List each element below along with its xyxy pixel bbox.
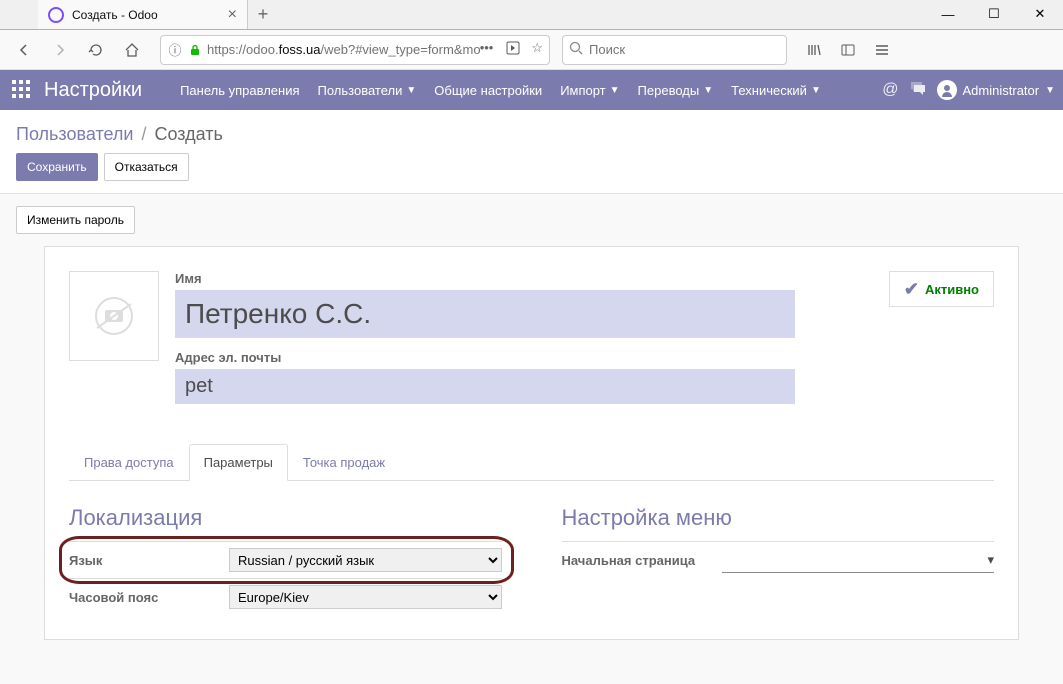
timezone-label: Часовой пояс [69, 590, 229, 605]
timezone-select[interactable]: Europe/Kiev [229, 585, 502, 609]
back-button[interactable] [8, 34, 40, 66]
tab-title: Создать - Odoo [72, 8, 228, 22]
window-controls: — ☐ ✕ [925, 0, 1063, 29]
name-input[interactable] [175, 290, 795, 338]
search-input[interactable] [589, 42, 780, 57]
home-action-select[interactable]: ▾ [722, 548, 995, 573]
menu-translations[interactable]: Переводы▼ [630, 77, 722, 104]
menu-general[interactable]: Общие настройки [426, 77, 550, 104]
new-tab-button[interactable]: + [248, 0, 278, 29]
chevron-down-icon: ▼ [703, 85, 713, 96]
breadcrumb-parent[interactable]: Пользователи [16, 124, 133, 145]
language-select[interactable]: Russian / русский язык [229, 548, 502, 572]
breadcrumb-sep: / [141, 124, 146, 145]
reader-icon[interactable] [505, 40, 521, 59]
localization-title: Локализация [69, 505, 502, 531]
apps-icon[interactable] [12, 80, 32, 100]
hamburger-icon[interactable] [867, 34, 897, 66]
app-brand[interactable]: Настройки [44, 79, 142, 102]
menu-import[interactable]: Импорт▼ [552, 77, 627, 104]
home-button[interactable] [116, 34, 148, 66]
active-label: Активно [925, 282, 979, 297]
chevron-down-icon: ▼ [1045, 85, 1055, 96]
user-menu[interactable]: Administrator ▼ [937, 80, 1055, 100]
breadcrumb: Пользователи / Создать [0, 110, 1063, 153]
language-row: Язык Russian / русский язык [69, 541, 502, 578]
name-label: Имя [175, 271, 795, 286]
odoo-favicon [48, 7, 64, 23]
tab-parameters[interactable]: Параметры [189, 444, 288, 481]
form-actions: Сохранить Отказаться [0, 153, 1063, 194]
minimize-button[interactable]: — [925, 0, 971, 29]
close-tab-icon[interactable]: × [228, 6, 237, 24]
menu-users[interactable]: Пользователи▼ [310, 77, 425, 104]
tab-pos[interactable]: Точка продаж [288, 444, 400, 481]
close-window-button[interactable]: ✕ [1017, 0, 1063, 29]
browser-titlebar: Создать - Odoo × + — ☐ ✕ [0, 0, 1063, 30]
app-navbar: Настройки Панель управления Пользователи… [0, 70, 1063, 110]
email-label: Адрес эл. почты [175, 350, 795, 365]
maximize-button[interactable]: ☐ [971, 0, 1017, 29]
menu-dashboard[interactable]: Панель управления [172, 77, 307, 104]
image-placeholder[interactable] [69, 271, 159, 361]
active-toggle[interactable]: ✔ Активно [889, 271, 994, 307]
sidebar-icon[interactable] [833, 34, 863, 66]
search-icon [569, 41, 583, 58]
breadcrumb-current: Создать [155, 124, 223, 145]
email-input[interactable] [175, 369, 795, 404]
form-tabs: Права доступа Параметры Точка продаж [69, 444, 994, 481]
url-more-icon[interactable]: ••• [480, 40, 494, 59]
home-action-label: Начальная страница [562, 553, 722, 568]
discard-button[interactable]: Отказаться [104, 153, 189, 181]
chevron-down-icon: ▼ [610, 85, 620, 96]
url-text: https://odoo.foss.ua/web?#view_type=form… [207, 42, 480, 57]
forward-button[interactable] [44, 34, 76, 66]
language-label: Язык [69, 553, 229, 568]
chevron-down-icon: ▼ [811, 85, 821, 96]
browser-tab[interactable]: Создать - Odoo × [38, 0, 248, 29]
check-icon: ✔ [904, 279, 919, 300]
home-action-row: Начальная страница ▾ [562, 541, 995, 579]
timezone-row: Часовой пояс Europe/Kiev [69, 578, 502, 615]
search-bar[interactable] [562, 35, 787, 65]
lock-icon [187, 42, 203, 58]
browser-navbar: ⓘ https://odoo.foss.ua/web?#view_type=fo… [0, 30, 1063, 70]
chevron-down-icon: ▾ [987, 552, 994, 568]
user-name: Administrator [963, 83, 1040, 98]
chat-icon[interactable] [909, 79, 927, 102]
tab-access-rights[interactable]: Права доступа [69, 444, 189, 481]
reload-button[interactable] [80, 34, 112, 66]
bookmark-icon[interactable]: ☆ [531, 40, 543, 59]
menu-setup-title: Настройка меню [562, 505, 995, 531]
form-sheet: Имя Адрес эл. почты ✔ Активно Права дост… [44, 246, 1019, 640]
address-bar[interactable]: ⓘ https://odoo.foss.ua/web?#view_type=fo… [160, 35, 550, 65]
chevron-down-icon: ▼ [406, 85, 416, 96]
info-icon[interactable]: ⓘ [167, 42, 183, 58]
mentions-icon[interactable]: @ [882, 81, 898, 99]
change-password-button[interactable]: Изменить пароль [16, 206, 135, 234]
save-button[interactable]: Сохранить [16, 153, 98, 181]
library-icon[interactable] [799, 34, 829, 66]
content-area: Пользователи / Создать Сохранить Отказат… [0, 110, 1063, 684]
menu-technical[interactable]: Технический▼ [723, 77, 829, 104]
main-menu: Панель управления Пользователи▼ Общие на… [172, 77, 829, 104]
avatar [937, 80, 957, 100]
